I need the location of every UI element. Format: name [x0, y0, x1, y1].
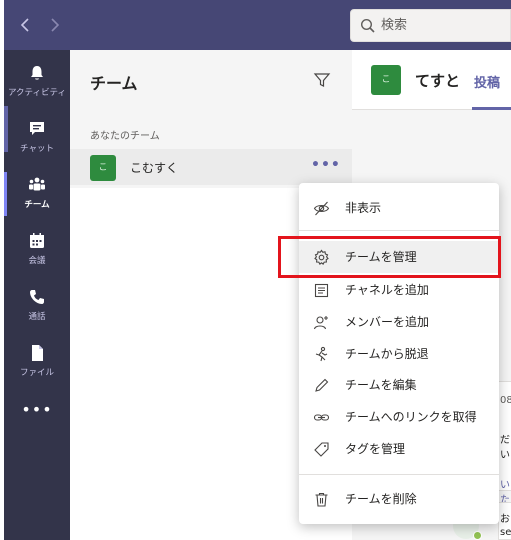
rail-item-label: 会議 — [28, 256, 46, 266]
trash-icon — [315, 492, 328, 507]
file-icon — [32, 345, 43, 361]
rail-item-teams[interactable]: チーム — [4, 166, 70, 222]
tab-posts[interactable]: 投稿 — [474, 72, 500, 91]
menu-item-hide[interactable]: 非表示 — [299, 192, 499, 224]
rail-item-activity[interactable]: アクティビティ — [4, 54, 70, 110]
phone-icon — [30, 290, 44, 304]
chevron-right-icon — [51, 18, 60, 32]
team-more-options-button[interactable]: ••• — [311, 157, 341, 173]
menu-item-leave-team[interactable]: チームから脱退 — [299, 338, 499, 370]
menu-item-add-member[interactable]: メンバーを追加 — [299, 306, 499, 338]
team-avatar: こ — [90, 155, 116, 181]
more-apps-button[interactable]: ••• — [4, 400, 70, 419]
menu-item-label: チームから脱退 — [345, 347, 429, 361]
menu-item-label: チームへのリンクを取得 — [345, 410, 477, 424]
leave-icon — [315, 346, 328, 362]
eye-hidden-icon — [313, 201, 330, 216]
menu-item-delete-team[interactable]: チームを削除 — [299, 483, 499, 515]
back-button[interactable] — [16, 14, 36, 36]
rail-item-chat[interactable]: チャット — [4, 110, 70, 166]
menu-item-label: 非表示 — [345, 201, 382, 215]
pencil-icon — [315, 378, 329, 392]
menu-item-edit-team[interactable]: チームを編集 — [299, 369, 499, 401]
panel-title: チーム — [90, 74, 138, 93]
calendar-icon — [30, 233, 44, 248]
menu-item-manage-tags[interactable]: タグを管理 — [299, 433, 499, 465]
section-label: あなたのチーム — [90, 131, 160, 142]
menu-item-label: チームを編集 — [345, 378, 417, 392]
chat-icon — [30, 122, 44, 135]
post-fragment: お — [500, 514, 510, 525]
menu-item-label: チャネルを追加 — [345, 283, 429, 297]
teams-icon — [29, 177, 45, 191]
link-icon — [313, 414, 330, 421]
rail-item-files[interactable]: ファイル — [4, 334, 70, 390]
channel-avatar: こ — [371, 65, 401, 95]
channel-header: こ てすと 投稿 — [352, 50, 511, 110]
post-fragment: 08 — [500, 395, 511, 406]
team-row[interactable]: こ こむすく ••• — [70, 149, 352, 185]
search-input[interactable]: 検索 — [350, 9, 511, 42]
add-channel-icon — [314, 283, 329, 298]
chevron-left-icon — [20, 18, 29, 32]
app-rail: アクティビティ チャット チーム 会議 通話 ファイル ••• — [4, 50, 70, 540]
menu-item-add-channel[interactable]: チャネルを追加 — [299, 274, 499, 306]
menu-item-label: チームを削除 — [345, 492, 417, 506]
search-icon — [360, 18, 375, 33]
active-tab-indicator — [472, 107, 511, 110]
menu-item-get-link[interactable]: チームへのリンクを取得 — [299, 401, 499, 433]
add-member-icon — [313, 316, 328, 330]
bell-icon — [31, 66, 43, 80]
filter-icon — [313, 73, 331, 87]
title-bar: 検索 — [4, 0, 511, 50]
rail-item-label: ファイル — [19, 368, 54, 378]
rail-item-label: チーム — [24, 200, 50, 210]
team-name: こむすく — [130, 161, 179, 175]
tag-icon — [314, 442, 329, 457]
rail-item-label: チャット — [20, 144, 54, 154]
rail-item-meetings[interactable]: 会議 — [4, 222, 70, 278]
post-fragment: だい — [500, 435, 510, 461]
forward-button[interactable] — [44, 14, 64, 36]
post-fragment: se — [500, 527, 511, 538]
channel-title: てすと — [415, 72, 461, 90]
rail-item-label: 通話 — [28, 312, 46, 322]
highlight-annotation — [278, 236, 501, 278]
team-context-menu: 非表示 チームを管理 チャネルを追加 メンバーを追加 チームから脱退 チームを編… — [299, 183, 499, 524]
menu-divider — [299, 230, 499, 231]
rail-item-label: アクティビティ — [7, 88, 67, 98]
menu-item-label: メンバーを追加 — [345, 315, 430, 329]
filter-button[interactable] — [313, 71, 331, 89]
menu-divider — [299, 474, 499, 475]
status-badge — [473, 531, 482, 540]
search-placeholder: 検索 — [381, 18, 408, 33]
menu-item-label: タグを管理 — [345, 442, 406, 456]
rail-item-calls[interactable]: 通話 — [4, 278, 70, 334]
